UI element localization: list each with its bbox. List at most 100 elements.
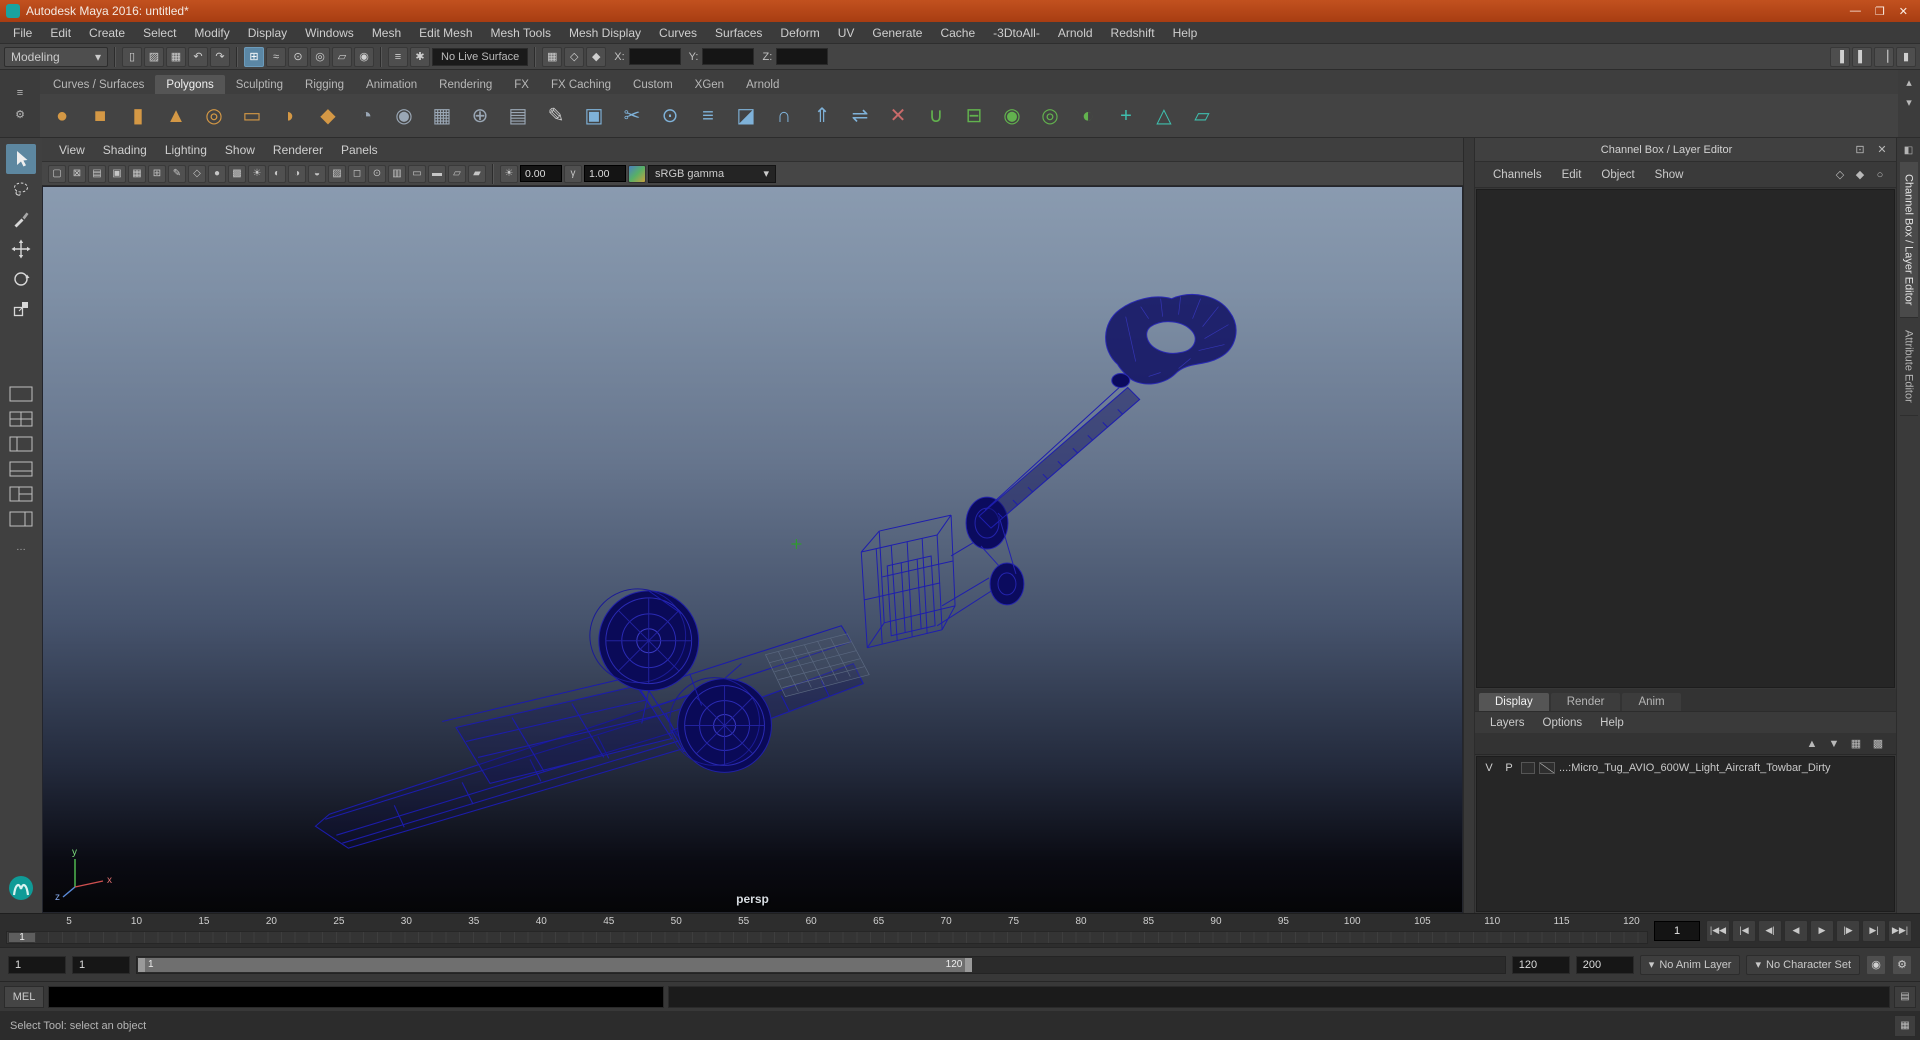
rotate-tool-button[interactable] <box>6 264 36 294</box>
boolean-difference-icon[interactable]: ◎ <box>1032 98 1068 134</box>
step-forward-frame-button[interactable]: ▶| <box>1862 919 1886 942</box>
view-transform-dropdown[interactable]: sRGB gamma ▾ <box>648 164 776 183</box>
character-set-dropdown[interactable]: ▾ No Character Set <box>1746 954 1860 975</box>
lock-camera-icon[interactable]: ⊠ <box>68 164 86 183</box>
auto-keyframe-icon[interactable]: ◉ <box>1866 954 1886 975</box>
sculpt-sphere-icon[interactable]: ◔ <box>348 98 384 134</box>
smooth-shade-icon[interactable]: ● <box>208 164 226 183</box>
menu-item[interactable]: Curves <box>650 26 706 40</box>
layout-four-pane-button[interactable] <box>8 409 34 429</box>
menu-item[interactable]: Redshift <box>1102 26 1164 40</box>
channel-box-menu-item[interactable]: Edit <box>1552 169 1592 181</box>
wireframe-model[interactable] <box>43 187 1462 912</box>
menu-item[interactable]: Mesh Tools <box>482 26 560 40</box>
channel-sliders-icon[interactable]: ◇ <box>1832 167 1848 183</box>
viewport-menu-item[interactable]: Shading <box>94 143 156 157</box>
dock-icon[interactable]: ⊡ <box>1852 142 1868 158</box>
grid-options-icon[interactable]: ▦ <box>542 46 563 67</box>
shelf-tab[interactable]: Arnold <box>735 75 790 94</box>
shelf-tab[interactable]: FX <box>503 75 540 94</box>
layer-color-swatch[interactable] <box>1539 762 1555 774</box>
layout-two-pane-button[interactable] <box>8 509 34 529</box>
play-backwards-button[interactable]: ◀ <box>1784 919 1808 942</box>
layer-display-type-toggle[interactable] <box>1521 762 1535 774</box>
bridge-icon[interactable]: ∩ <box>766 98 802 134</box>
snap-to-projected-center-icon[interactable]: ◎ <box>310 46 330 67</box>
menu-item[interactable]: Select <box>134 26 185 40</box>
select-camera-icon[interactable]: ▢ <box>48 164 66 183</box>
shelf-scroll-up-icon[interactable]: ▴ <box>1901 74 1917 90</box>
current-frame-marker[interactable]: 1 <box>9 932 35 943</box>
layout-persp-graph-button[interactable] <box>8 459 34 479</box>
menu-item[interactable]: Create <box>80 26 134 40</box>
camera-attributes-icon[interactable]: ▤ <box>88 164 106 183</box>
xray-icon[interactable]: ◻ <box>348 164 366 183</box>
menu-item[interactable]: Cache <box>931 26 984 40</box>
viewport[interactable]: y x z persp <box>42 186 1463 913</box>
snap-to-points-icon[interactable]: ⊙ <box>288 46 308 67</box>
move-tool-button[interactable] <box>6 234 36 264</box>
snap-to-grids-icon[interactable]: ⊞ <box>244 46 264 67</box>
show-channel-box-icon[interactable]: ▕ <box>1874 46 1894 67</box>
exposure-icon[interactable]: ☀ <box>500 164 518 183</box>
polygon-disc-icon[interactable]: ◗ <box>272 98 308 134</box>
gate-mask-icon[interactable]: ▬ <box>428 164 446 183</box>
paint-selection-tool-button[interactable] <box>6 204 36 234</box>
smooth-icon[interactable]: + <box>1108 98 1144 134</box>
menu-item[interactable]: Display <box>239 26 296 40</box>
layer-row[interactable]: V P ...:Micro_Tug_AVIO_600W_Light_Aircra… <box>1477 757 1894 779</box>
move-layer-down-icon[interactable]: ▼ <box>1826 736 1842 752</box>
go-to-start-button[interactable]: |◀◀ <box>1706 919 1730 942</box>
shelf-tab[interactable]: Custom <box>622 75 684 94</box>
wireframe-sphere-icon[interactable]: ⊕ <box>462 98 498 134</box>
wireframe-display-icon[interactable]: ◇ <box>188 164 206 183</box>
minimize-button[interactable]: — <box>1850 5 1861 18</box>
menu-item[interactable]: Modify <box>185 26 238 40</box>
layer-editor-tab[interactable]: Anim <box>1622 693 1681 711</box>
more-layouts-button[interactable]: … <box>16 542 26 553</box>
close-icon[interactable]: ✕ <box>1874 142 1890 158</box>
layout-persp-outliner-button[interactable] <box>8 434 34 454</box>
shelf-overflow-icon[interactable]: ▾ <box>1901 94 1917 110</box>
mirror-icon[interactable]: ⇌ <box>842 98 878 134</box>
x-coordinate-field[interactable] <box>628 48 681 65</box>
gamma-field[interactable] <box>584 165 626 182</box>
mel-output-area[interactable] <box>668 985 1890 1008</box>
exposure-field[interactable] <box>520 165 562 182</box>
polygon-plane-icon[interactable]: ▭ <box>234 98 270 134</box>
layer-playback-toggle[interactable]: P <box>1501 762 1517 774</box>
textured-icon[interactable]: ▩ <box>228 164 246 183</box>
polygon-cylinder-icon[interactable]: ▮ <box>120 98 156 134</box>
current-time-field[interactable] <box>1654 920 1700 941</box>
maximize-button[interactable]: ❐ <box>1875 5 1885 18</box>
polygon-cone-icon[interactable]: ▲ <box>158 98 194 134</box>
show-attribute-editor-icon[interactable]: ▐ <box>1830 46 1850 67</box>
live-surface-field[interactable]: No Live Surface <box>432 47 529 66</box>
layer-editor-tab[interactable]: Render <box>1550 693 1621 711</box>
polygon-sphere-icon[interactable]: ● <box>44 98 80 134</box>
channel-list-area[interactable] <box>1476 189 1895 688</box>
shelf-tab[interactable]: Rendering <box>428 75 503 94</box>
go-to-end-button[interactable]: ▶▶| <box>1888 919 1912 942</box>
image-plane-icon[interactable]: ▦ <box>128 164 146 183</box>
new-scene-icon[interactable]: ▯ <box>122 46 142 67</box>
show-tool-settings-icon[interactable]: ▌ <box>1852 46 1872 67</box>
menu-item[interactable]: Generate <box>863 26 931 40</box>
inputs-to-selected-icon[interactable]: ≡ <box>388 46 408 67</box>
channel-speed-icon[interactable]: ○ <box>1872 167 1888 183</box>
menu-item[interactable]: Deform <box>771 26 828 40</box>
anim-preferences-icon[interactable]: ⚙ <box>1892 954 1912 975</box>
bevel-icon[interactable]: ◪ <box>728 98 764 134</box>
snap-to-view-planes-icon[interactable]: ▱ <box>332 46 352 67</box>
shelf-tab[interactable]: FX Caching <box>540 75 622 94</box>
viewport-menu-item[interactable]: Lighting <box>156 143 216 157</box>
field-chart-icon[interactable]: ▥ <box>388 164 406 183</box>
delete-edge-icon[interactable]: ✕ <box>880 98 916 134</box>
undo-icon[interactable]: ↶ <box>188 46 208 67</box>
ambient-occlusion-icon[interactable]: ◑ <box>288 164 306 183</box>
scale-tool-button[interactable] <box>6 294 36 324</box>
triangulate-icon[interactable]: △ <box>1146 98 1182 134</box>
new-empty-layer-icon[interactable]: ▦ <box>1848 736 1864 752</box>
sidebar-vertical-tab[interactable]: Channel Box / Layer Editor <box>1899 162 1918 319</box>
mel-input-field[interactable] <box>48 985 664 1008</box>
